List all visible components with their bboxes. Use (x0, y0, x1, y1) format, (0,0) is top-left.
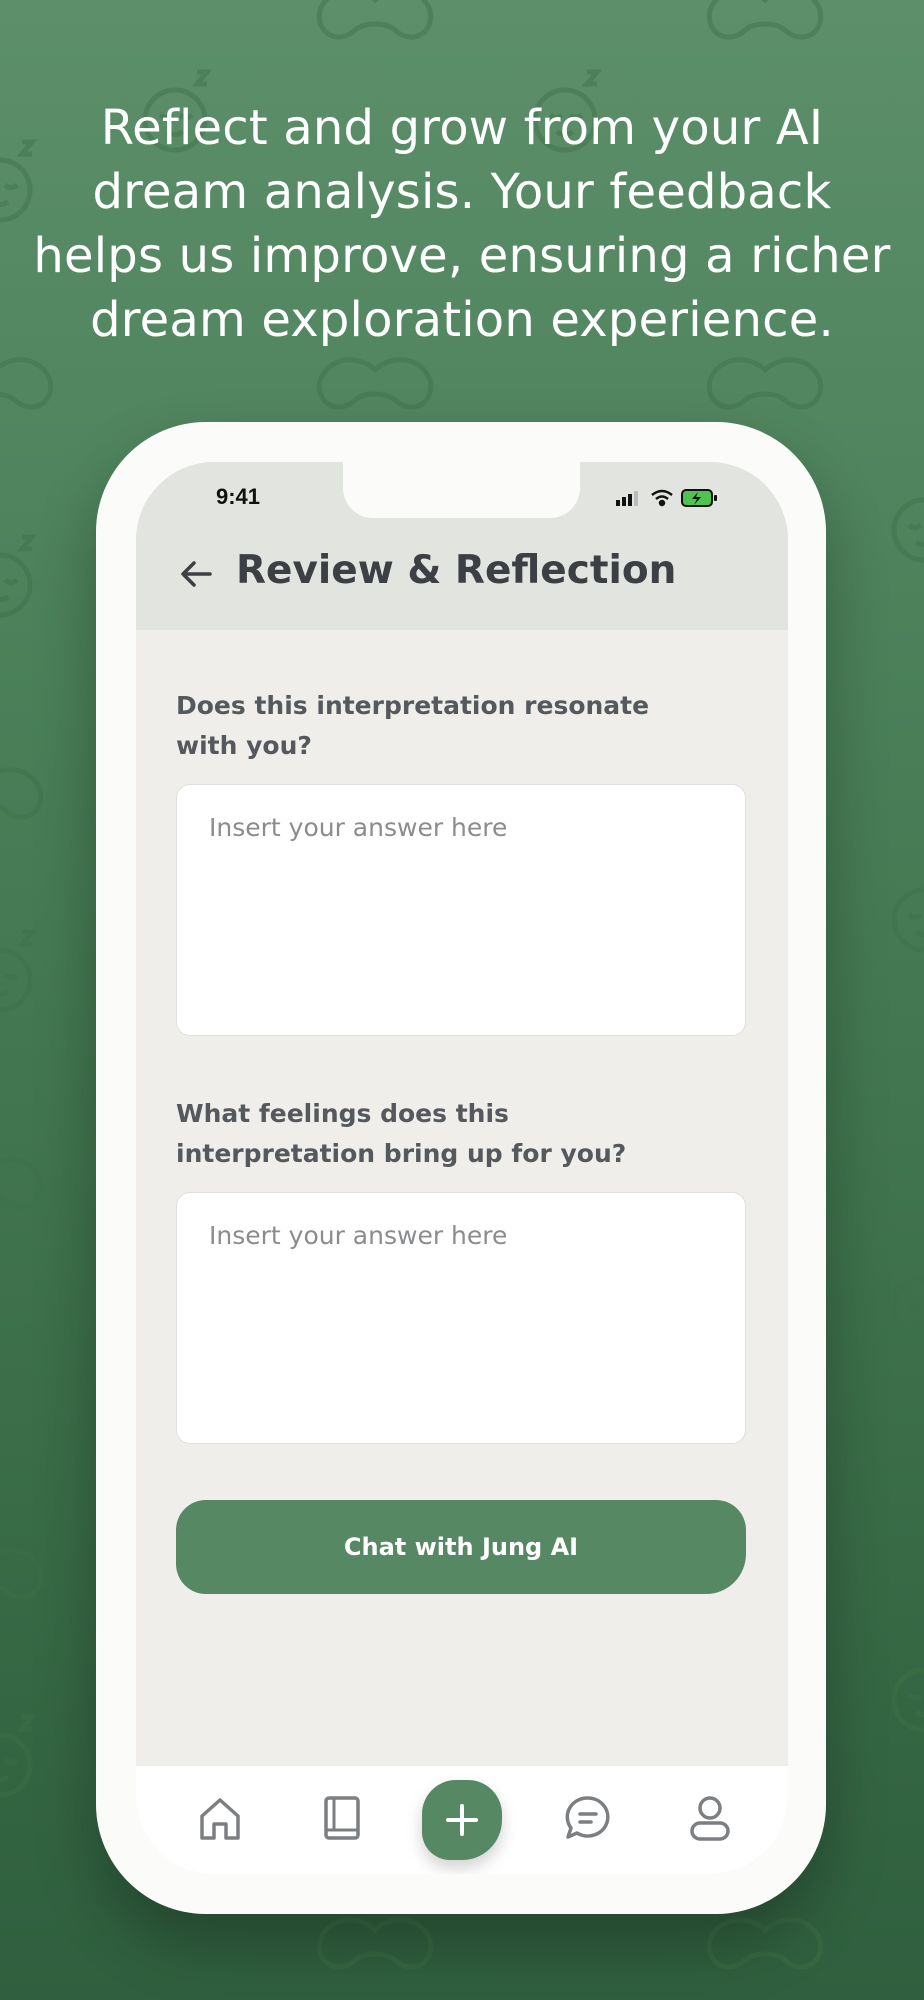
question-label-feelings: What feelings does this interpretation b… (176, 1099, 627, 1168)
journal-icon[interactable] (314, 1790, 370, 1846)
status-time: 9:41 (216, 484, 261, 509)
status-icons (616, 489, 717, 507)
headline: Reflect and grow from your AI dream anal… (33, 100, 891, 348)
phone-notch (343, 462, 580, 518)
wifi-icon (651, 489, 673, 507)
chat-with-jung-button[interactable]: Chat with Jung AI (176, 1500, 746, 1594)
answer-input-feelings[interactable] (176, 1192, 746, 1444)
home-icon[interactable] (192, 1790, 248, 1846)
chat-icon[interactable] (560, 1790, 616, 1846)
profile-icon[interactable] (682, 1790, 738, 1846)
page-title: Review & Reflection (236, 548, 677, 593)
phone-screen: 9:41 Review & Reflection Does this inter… (136, 462, 788, 1874)
plus-icon (446, 1804, 478, 1836)
question-label-resonate: Does this interpretation resonate with y… (176, 691, 650, 760)
bottom-tab-bar (136, 1766, 788, 1874)
back-arrow-icon[interactable] (176, 554, 216, 594)
add-dream-button[interactable] (422, 1780, 502, 1860)
answer-input-resonate[interactable] (176, 784, 746, 1036)
signal-icon (616, 491, 638, 506)
battery-icon (681, 489, 717, 507)
